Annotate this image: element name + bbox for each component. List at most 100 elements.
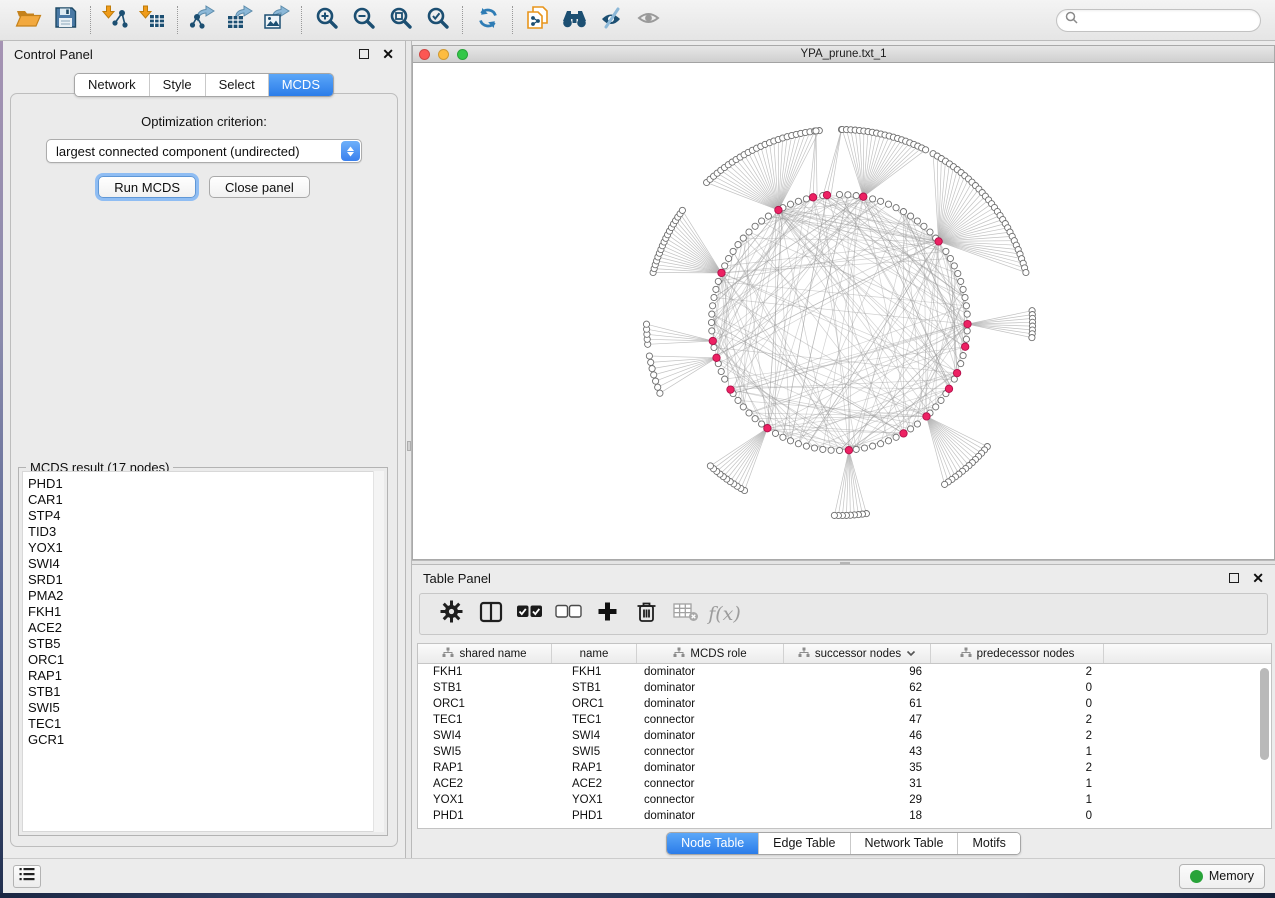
close-panel-icon[interactable]: ✕ (382, 47, 394, 61)
column-header-shared-name[interactable]: shared name (418, 644, 552, 663)
tab-edge-table[interactable]: Edge Table (758, 833, 849, 854)
window-minimize-icon[interactable] (438, 49, 449, 60)
zoom-fit-icon (389, 6, 413, 35)
float-panel-icon[interactable] (1229, 573, 1239, 583)
hide-widgets-button[interactable] (593, 4, 630, 36)
mcds-result-item[interactable]: TEC1 (28, 716, 383, 732)
shared-column-icon (798, 647, 810, 661)
close-panel-icon[interactable]: ✕ (1252, 571, 1264, 585)
tab-mcds[interactable]: MCDS (268, 74, 333, 96)
mcds-result-item[interactable]: RAP1 (28, 668, 383, 684)
table-row[interactable]: SWI4SWI4dominator462 (418, 728, 1271, 744)
find-button[interactable] (556, 4, 593, 36)
open-file-button[interactable] (10, 4, 47, 36)
mcds-result-item[interactable]: STB1 (28, 684, 383, 700)
mcds-result-item[interactable]: GCR1 (28, 732, 383, 748)
table-row[interactable]: PHD1PHD1dominator180 (418, 808, 1271, 824)
network-canvas[interactable] (413, 63, 1274, 559)
columns-button[interactable] (471, 601, 510, 628)
tab-motifs[interactable]: Motifs (957, 833, 1019, 854)
cell-MCDS-role: connector (637, 794, 784, 806)
criterion-dropdown[interactable]: largest connected component (undirected) (46, 139, 362, 163)
float-panel-icon[interactable] (359, 49, 369, 59)
mcds-result-item[interactable]: CAR1 (28, 492, 383, 508)
mcds-result-item[interactable]: PHD1 (28, 476, 383, 492)
import-table-button[interactable] (134, 4, 171, 36)
table-row[interactable]: ORC1ORC1dominator610 (418, 696, 1271, 712)
add-button[interactable] (588, 601, 627, 627)
run-mcds-button[interactable]: Run MCDS (98, 176, 196, 198)
list-icon (19, 867, 35, 886)
tab-node-table[interactable]: Node Table (667, 833, 758, 854)
window-close-icon[interactable] (419, 49, 430, 60)
delete-table-button[interactable] (666, 602, 705, 627)
mcds-result-item[interactable]: ACE2 (28, 620, 383, 636)
vertical-splitter[interactable] (405, 41, 412, 858)
import-network-button[interactable] (97, 4, 134, 36)
refresh-view-button[interactable] (469, 4, 506, 36)
table-row[interactable]: ACE2ACE2connector311 (418, 776, 1271, 792)
export-table-button[interactable] (221, 4, 258, 36)
cell-shared-name: FKH1 (418, 666, 552, 678)
table-scrollbar-thumb[interactable] (1260, 668, 1269, 760)
select-all-icon (516, 604, 543, 624)
mcds-result-item[interactable]: YOX1 (28, 540, 383, 556)
column-header-name[interactable]: name (552, 644, 637, 663)
select-all-button[interactable] (510, 604, 549, 624)
export-network-button[interactable] (184, 4, 221, 36)
cell-MCDS-role: dominator (637, 666, 784, 678)
zoom-selected-button[interactable] (419, 4, 456, 36)
mcds-result-item[interactable]: PMA2 (28, 588, 383, 604)
zoom-in-button[interactable] (308, 4, 345, 36)
tab-style[interactable]: Style (149, 74, 205, 96)
settings-button[interactable] (432, 600, 471, 628)
table-row[interactable]: TEC1TEC1connector472 (418, 712, 1271, 728)
zoom-out-button[interactable] (345, 4, 382, 36)
close-panel-button[interactable]: Close panel (209, 176, 310, 198)
table-row[interactable]: YOX1YOX1connector291 (418, 792, 1271, 808)
function-button[interactable]: f(x) (705, 603, 744, 625)
network-graph[interactable] (413, 63, 1274, 559)
column-header-predecessor-nodes[interactable]: predecessor nodes (931, 644, 1104, 663)
delete-button[interactable] (627, 600, 666, 628)
mcds-result-item[interactable]: SWI4 (28, 556, 383, 572)
tab-network-table[interactable]: Network Table (850, 833, 958, 854)
splitter-grip[interactable] (840, 562, 850, 564)
toolbar-separator (462, 6, 463, 34)
search-box[interactable] (1056, 9, 1261, 32)
mcds-result-item[interactable]: STB5 (28, 636, 383, 652)
memory-button[interactable]: Memory (1179, 864, 1265, 889)
mcds-result-scrollbar[interactable] (373, 471, 384, 832)
tab-network[interactable]: Network (75, 74, 149, 96)
table-row[interactable]: STB1STB1dominator620 (418, 680, 1271, 696)
export-image-button[interactable] (258, 4, 295, 36)
mcds-result-item[interactable]: STP4 (28, 508, 383, 524)
sort-chevron-icon[interactable] (906, 648, 916, 660)
mcds-result-item[interactable]: SWI5 (28, 700, 383, 716)
save-session-button[interactable] (47, 4, 84, 36)
column-header-MCDS-role[interactable]: MCDS role (637, 644, 784, 663)
task-history-button[interactable] (13, 865, 41, 888)
table-row[interactable]: SWI5SWI5connector431 (418, 744, 1271, 760)
cell-shared-name: PHD1 (418, 810, 552, 822)
show-widgets-button[interactable] (630, 4, 667, 36)
search-input[interactable] (1083, 11, 1260, 29)
tab-select[interactable]: Select (205, 74, 268, 96)
mcds-result-item[interactable]: TID3 (28, 524, 383, 540)
mcds-result-item[interactable]: SRD1 (28, 572, 383, 588)
clone-network-button[interactable] (519, 4, 556, 36)
mcds-result-list[interactable]: PHD1CAR1STP4TID3YOX1SWI4SRD1PMA2FKH1ACE2… (22, 471, 384, 832)
column-header-successor-nodes[interactable]: successor nodes (784, 644, 931, 663)
mcds-result-item[interactable]: ORC1 (28, 652, 383, 668)
window-zoom-icon[interactable] (457, 49, 468, 60)
window-traffic-lights (419, 49, 468, 60)
save-session-icon (54, 6, 77, 34)
cell-shared-name: STB1 (418, 682, 552, 694)
deselect-all-button[interactable] (549, 604, 588, 624)
zoom-fit-button[interactable] (382, 4, 419, 36)
mcds-result-item[interactable]: FKH1 (28, 604, 383, 620)
network-window-titlebar[interactable]: YPA_prune.txt_1 (413, 46, 1274, 63)
splitter-grip[interactable] (407, 441, 411, 451)
table-row[interactable]: FKH1FKH1dominator962 (418, 664, 1271, 680)
table-row[interactable]: RAP1RAP1dominator352 (418, 760, 1271, 776)
